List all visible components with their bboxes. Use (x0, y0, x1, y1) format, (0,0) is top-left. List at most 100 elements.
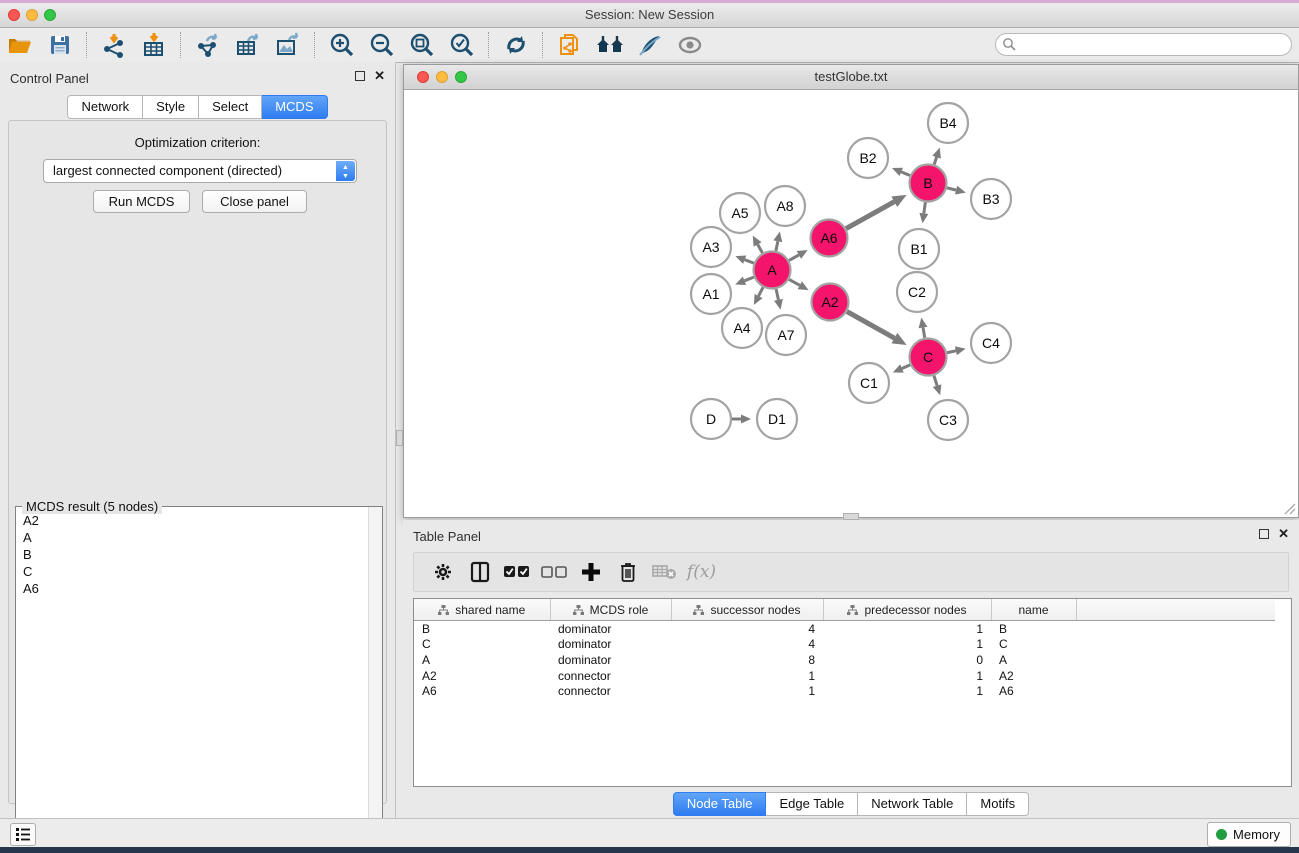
column-header[interactable]: predecessor nodes (823, 599, 991, 621)
table-cell[interactable]: 0 (823, 652, 991, 668)
graph-edge-A-A7[interactable] (776, 289, 778, 300)
close-panel-icon[interactable]: ✕ (1278, 529, 1289, 539)
graph-edge-A-A2[interactable] (789, 279, 800, 285)
table-cell[interactable]: C (414, 637, 550, 653)
network-close-button[interactable] (417, 71, 429, 83)
apply-layout-button[interactable] (496, 30, 536, 60)
graph-node-A8[interactable]: A8 (765, 186, 805, 226)
tab-network-table[interactable]: Network Table (858, 792, 967, 816)
graph-node-C4[interactable]: C4 (971, 323, 1011, 363)
graph-node-D1[interactable]: D1 (757, 399, 797, 439)
table-cell[interactable]: 1 (671, 683, 823, 699)
import-table-button[interactable] (134, 30, 174, 60)
table-cell[interactable]: 1 (823, 637, 991, 653)
table-row[interactable]: Bdominator41B (414, 621, 1275, 637)
zoom-in-button[interactable] (322, 30, 362, 60)
table-cell[interactable]: connector (550, 683, 671, 699)
unselect-all-columns-button[interactable] (535, 555, 572, 589)
resize-grip-icon[interactable] (1284, 503, 1296, 515)
panel-divider-grip[interactable] (396, 430, 403, 446)
column-browser-button[interactable] (461, 555, 498, 589)
tab-edge-table[interactable]: Edge Table (766, 792, 858, 816)
tab-network[interactable]: Network (67, 95, 143, 119)
zoom-selected-button[interactable] (442, 30, 482, 60)
float-panel-icon[interactable] (355, 71, 365, 81)
hide-graphics-details-button[interactable] (670, 30, 710, 60)
graph-edge-A-A5[interactable] (758, 244, 763, 253)
table-settings-button[interactable] (424, 555, 461, 589)
table-cell[interactable]: A (414, 652, 550, 668)
graph-edge-B-B4[interactable] (934, 157, 936, 164)
close-window-button[interactable] (8, 9, 20, 21)
table-cell[interactable]: A6 (414, 683, 550, 699)
export-image-button[interactable] (268, 30, 308, 60)
panel-divider-grip[interactable] (843, 513, 859, 520)
table-cell[interactable]: A2 (991, 668, 1076, 684)
graph-node-D[interactable]: D (691, 399, 731, 439)
graph-node-A1[interactable]: A1 (691, 274, 731, 314)
tab-motifs[interactable]: Motifs (967, 792, 1029, 816)
graph-node-C[interactable]: C (910, 339, 947, 376)
tab-node-table[interactable]: Node Table (673, 792, 767, 816)
graph-node-C2[interactable]: C2 (897, 272, 937, 312)
table-cell[interactable]: 1 (823, 621, 991, 637)
table-row[interactable]: A2connector11A2 (414, 668, 1275, 684)
table-cell[interactable]: A2 (414, 668, 550, 684)
graph-edge-A-A4[interactable] (759, 287, 764, 296)
graph-edge-A-A8[interactable] (776, 241, 778, 251)
graph-node-A6[interactable]: A6 (811, 220, 848, 257)
result-item[interactable]: A (17, 529, 368, 546)
graph-node-A3[interactable]: A3 (691, 227, 731, 267)
graph-node-B4[interactable]: B4 (928, 103, 968, 143)
graph-edge-A-A1[interactable] (745, 277, 754, 281)
graph-node-A5[interactable]: A5 (720, 193, 760, 233)
close-panel-icon[interactable]: ✕ (374, 71, 385, 81)
network-zoom-button[interactable] (455, 71, 467, 83)
table-cell[interactable]: 1 (671, 668, 823, 684)
table-cell[interactable]: 4 (671, 637, 823, 653)
table-cell[interactable]: A6 (991, 683, 1076, 699)
column-header[interactable]: name (991, 599, 1076, 621)
float-panel-icon[interactable] (1259, 529, 1269, 539)
add-column-button[interactable] (572, 555, 609, 589)
graph-node-B1[interactable]: B1 (899, 229, 939, 269)
network-list-button[interactable] (10, 823, 36, 846)
graph-edge-A-A3[interactable] (745, 260, 754, 263)
graph-edge-A-A6[interactable] (789, 255, 799, 261)
zoom-out-button[interactable] (362, 30, 402, 60)
table-cell[interactable]: B (991, 621, 1076, 637)
graph-node-A2[interactable]: A2 (812, 284, 849, 321)
graph-edge-C-C3[interactable] (934, 376, 937, 386)
graph-node-A4[interactable]: A4 (722, 308, 762, 348)
graph-edge-B-B1[interactable] (924, 202, 926, 213)
graph-edge-C-C2[interactable] (923, 327, 925, 337)
tab-select[interactable]: Select (199, 95, 262, 119)
import-network-button[interactable] (94, 30, 134, 60)
export-table-button[interactable] (228, 30, 268, 60)
table-row[interactable]: Cdominator41C (414, 637, 1275, 653)
result-item[interactable]: A6 (17, 580, 368, 597)
graph-edge-C-C4[interactable] (947, 351, 956, 353)
graph-node-C3[interactable]: C3 (928, 400, 968, 440)
show-graphics-details-button[interactable] (630, 30, 670, 60)
graph-node-B[interactable]: B (910, 165, 947, 202)
zoom-fit-button[interactable] (402, 30, 442, 60)
table-row[interactable]: Adominator80A (414, 652, 1275, 668)
column-header[interactable]: shared name (414, 599, 550, 621)
table-cell[interactable]: C (991, 637, 1076, 653)
function-builder-button[interactable]: f(x) (683, 555, 720, 589)
graph-node-A[interactable]: A (754, 252, 791, 289)
first-neighbors-button[interactable] (590, 30, 630, 60)
table-cell[interactable]: A (991, 652, 1076, 668)
table-cell[interactable]: B (414, 621, 550, 637)
save-session-button[interactable] (40, 30, 80, 60)
select-all-columns-button[interactable] (498, 555, 535, 589)
table-cell[interactable]: 1 (823, 683, 991, 699)
graph-edge-C-C1[interactable] (902, 365, 910, 369)
table-cell[interactable]: connector (550, 668, 671, 684)
close-panel-button[interactable]: Close panel (202, 190, 307, 213)
graph-node-B3[interactable]: B3 (971, 179, 1011, 219)
tab-mcds[interactable]: MCDS (262, 95, 327, 119)
graph-node-A7[interactable]: A7 (766, 315, 806, 355)
delete-table-button[interactable] (646, 555, 683, 589)
